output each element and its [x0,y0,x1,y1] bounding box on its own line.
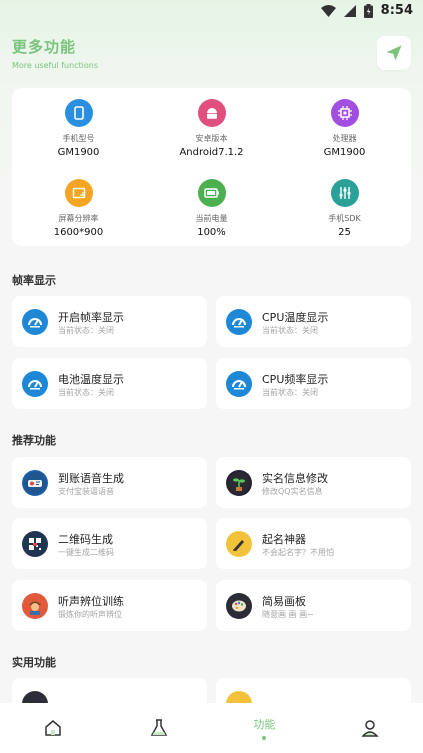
section-title-practical: 实用功能 [12,656,56,669]
plant-icon [226,470,252,496]
palette-icon [226,593,252,619]
send-icon [386,45,402,61]
sliders-icon [330,179,359,207]
battery-icon [363,3,373,18]
section-title-recommend: 推荐功能 [12,434,56,447]
card-subtitle: 锻炼你的听声辨位 [58,610,122,619]
info-label: 安卓版本 [195,134,228,143]
screen-icon [64,179,93,207]
info-battery: 当前电量 100% [145,168,278,238]
soldier-icon [22,593,48,619]
nav-functions-label: 功能 [253,718,276,731]
card-title: 起名神器 [262,533,306,546]
dashboard-icon [22,371,48,397]
card-title: 开启帧率显示 [58,311,124,324]
info-android-version: 安卓版本 Android7.1.2 [145,88,278,158]
sound-training-card[interactable]: 听声辨位训练 锻炼你的听声辨位 [12,580,207,631]
cpu-temp-card[interactable]: CPU温度显示 当前状态：关闭 [216,296,411,347]
android-icon [197,99,226,127]
info-value: 25 [338,227,351,238]
cpu-icon [330,99,359,127]
flask-icon [150,719,167,736]
info-resolution: 屏幕分辨率 1600*900 [12,168,145,238]
info-label: 手机SDK [328,214,361,223]
info-processor: 处理器 GM1900 [278,88,411,158]
battery-level-icon [197,179,226,207]
info-value: GM1900 [323,147,366,158]
signal-icon [343,4,356,17]
card-title: 二维码生成 [58,533,113,546]
dashboard-icon [22,309,48,335]
pen-icon [226,531,252,557]
nav-lab[interactable] [106,703,212,753]
battery-temp-card[interactable]: 电池温度显示 当前状态：关闭 [12,358,207,409]
card-subtitle: 一键生成二维码 [58,548,114,557]
card-subtitle: 当前状态：关闭 [58,388,114,397]
nav-functions[interactable]: 功能 [212,703,318,753]
info-value: GM1900 [57,147,100,158]
user-icon [361,720,379,737]
nav-profile[interactable] [317,703,423,753]
send-button[interactable] [377,36,411,70]
section-title-frame: 帧率显示 [12,274,56,287]
card-title: 电池温度显示 [58,373,124,386]
page-header: 更多功能 More useful functions [12,36,411,76]
card-title: CPU温度显示 [262,311,329,324]
info-value: 1600*900 [53,227,104,238]
card-subtitle: 当前状态：关闭 [262,326,318,335]
card-title: CPU频率显示 [262,373,329,386]
device-info-card: 手机型号 GM1900 安卓版本 Android7.1.2 处理器 GM1900… [12,88,411,246]
info-value: Android7.1.2 [179,147,244,158]
status-icons: 8:54 [320,3,413,18]
bottom-nav: 功能 [0,703,423,753]
info-value: 100% [197,227,226,238]
status-time: 8:54 [380,3,413,18]
card-title: 简易画板 [262,595,306,608]
card-subtitle: 随意画 画 画~ [262,610,314,619]
card-title: 到账语音生成 [58,472,124,485]
card-subtitle: 当前状态：关闭 [58,326,114,335]
info-label: 处理器 [332,134,357,143]
payment-voice-icon [22,470,48,496]
nav-active-dot [262,736,267,740]
page-subtitle: More useful functions [12,61,99,70]
dashboard-icon [226,309,252,335]
info-phone-model: 手机型号 GM1900 [12,88,145,158]
page-title: 更多功能 [12,38,77,56]
drawing-board-card[interactable]: 简易画板 随意画 画 画~ [216,580,411,631]
phone-icon [64,99,93,127]
dashboard-icon [226,371,252,397]
info-label: 屏幕分辨率 [58,214,99,223]
cpu-freq-card[interactable]: CPU频率显示 当前状态：关闭 [216,358,411,409]
status-bar: 8:54 [0,0,423,24]
info-label: 当前电量 [195,214,228,223]
card-subtitle: 修改QQ实名信息 [262,487,323,496]
realname-edit-card[interactable]: 实名信息修改 修改QQ实名信息 [216,457,411,508]
frame-rate-toggle-card[interactable]: 开启帧率显示 当前状态：关闭 [12,296,207,347]
wifi-icon [320,4,336,17]
qrcode-icon [22,531,48,557]
qrcode-card[interactable]: 二维码生成 一键生成二维码 [12,518,207,569]
payment-voice-card[interactable]: 到账语音生成 支付宝装逼语音 [12,457,207,508]
naming-tool-card[interactable]: 起名神器 不会起名字？不用怕 [216,518,411,569]
info-label: 手机型号 [62,134,95,143]
card-title: 实名信息修改 [262,472,328,485]
home-icon [45,720,61,736]
card-title: 听声辨位训练 [58,595,124,608]
card-subtitle: 不会起名字？不用怕 [262,548,334,557]
card-subtitle: 当前状态：关闭 [262,388,318,397]
info-sdk: 手机SDK 25 [278,168,411,238]
nav-home[interactable] [0,703,106,753]
card-subtitle: 支付宝装逼语音 [58,487,114,496]
